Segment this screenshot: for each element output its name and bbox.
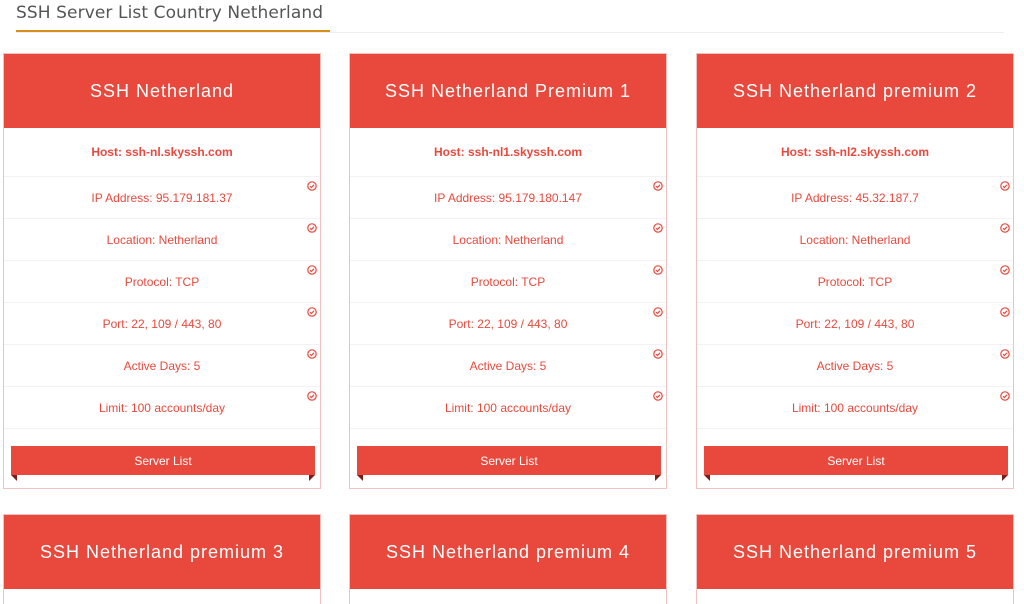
location-text: Location: Netherland	[106, 232, 218, 247]
active-days-row: Active Days: 5	[697, 345, 1013, 387]
host-row: Host: ssh-nl.skyssh.com	[4, 128, 320, 177]
limit-text: Limit: 100 accounts/day	[98, 400, 226, 415]
protocol-text: Protocol: TCP	[470, 274, 546, 289]
location-text: Location: Netherland	[799, 232, 911, 247]
active-days-text: Active Days: 5	[816, 358, 894, 373]
host-row: Host: ssh-nl1.skyssh.com	[350, 128, 666, 177]
server-list-button[interactable]: Server List	[11, 446, 315, 475]
port-row: Port: 22, 109 / 443, 80	[4, 303, 320, 345]
check-circle-icon	[307, 181, 317, 191]
ribbon-fold-right	[309, 475, 315, 481]
card-title: SSH Netherland Premium 1	[350, 54, 666, 128]
check-circle-icon	[653, 223, 663, 233]
ip-text: IP Address: 95.179.180.147	[434, 190, 582, 205]
card-title: SSH Netherland premium 4	[350, 515, 666, 589]
check-circle-icon	[1000, 307, 1010, 317]
port-text: Port: 22, 109 / 443, 80	[795, 316, 915, 331]
active-days-row: Active Days: 5	[350, 345, 666, 387]
limit-text: Limit: 100 accounts/day	[791, 400, 919, 415]
card-title: SSH Netherland premium 5	[697, 515, 1013, 589]
page-title: SSH Server List Country Netherland	[16, 3, 324, 23]
check-circle-icon	[1000, 223, 1010, 233]
card-title: SSH Netherland premium 2	[697, 54, 1013, 128]
page-header: SSH Server List Country Netherland	[16, 0, 1004, 33]
location-text: Location: Netherland	[452, 232, 564, 247]
protocol-row: Protocol: TCP	[350, 261, 666, 303]
check-circle-icon	[653, 307, 663, 317]
limit-row: Limit: 100 accounts/day	[4, 387, 320, 429]
protocol-row: Protocol: TCP	[4, 261, 320, 303]
server-card-ssh-netherland-premium-2: SSH Netherland premium 2 Host: ssh-nl2.s…	[696, 53, 1014, 489]
limit-row: Limit: 100 accounts/day	[697, 387, 1013, 429]
limit-text: Limit: 100 accounts/day	[444, 400, 572, 415]
host-text: Host: ssh-nl.skyssh.com	[91, 145, 233, 159]
check-circle-icon	[653, 391, 663, 401]
active-days-text: Active Days: 5	[469, 358, 547, 373]
port-text: Port: 22, 109 / 443, 80	[102, 316, 222, 331]
title-underline	[16, 30, 330, 32]
ip-row: IP Address: 95.179.180.147	[350, 177, 666, 219]
protocol-row: Protocol: TCP	[697, 261, 1013, 303]
host-row: Host: ssh-nl2.skyssh.com	[697, 128, 1013, 177]
protocol-text: Protocol: TCP	[817, 274, 893, 289]
server-list-ribbon: Server List	[11, 446, 315, 482]
check-circle-icon	[1000, 349, 1010, 359]
ribbon-fold-right	[1002, 475, 1008, 481]
port-text: Port: 22, 109 / 443, 80	[448, 316, 568, 331]
ip-row: IP Address: 95.179.181.37	[4, 177, 320, 219]
card-title: SSH Netherland	[4, 54, 320, 128]
location-row: Location: Netherland	[4, 219, 320, 261]
card-title: SSH Netherland premium 3	[4, 515, 320, 589]
host-text: Host: ssh-nl2.skyssh.com	[780, 145, 930, 159]
location-row: Location: Netherland	[350, 219, 666, 261]
check-circle-icon	[307, 391, 317, 401]
limit-row: Limit: 100 accounts/day	[350, 387, 666, 429]
server-list-ribbon: Server List	[704, 446, 1008, 482]
ribbon-fold-left	[11, 475, 17, 481]
check-circle-icon	[307, 223, 317, 233]
port-row: Port: 22, 109 / 443, 80	[697, 303, 1013, 345]
ribbon-fold-left	[704, 475, 710, 481]
server-card-ssh-netherland-premium-4: SSH Netherland premium 4	[349, 514, 667, 604]
server-list-ribbon: Server List	[357, 446, 661, 482]
protocol-text: Protocol: TCP	[124, 274, 200, 289]
check-circle-icon	[307, 307, 317, 317]
ip-text: IP Address: 45.32.187.7	[791, 190, 919, 205]
ribbon-fold-left	[357, 475, 363, 481]
server-card-ssh-netherland-premium-3: SSH Netherland premium 3	[3, 514, 321, 604]
check-circle-icon	[653, 349, 663, 359]
active-days-text: Active Days: 5	[123, 358, 201, 373]
server-list-button[interactable]: Server List	[357, 446, 661, 475]
check-circle-icon	[1000, 391, 1010, 401]
ip-row: IP Address: 45.32.187.7	[697, 177, 1013, 219]
check-circle-icon	[1000, 181, 1010, 191]
check-circle-icon	[307, 265, 317, 275]
port-row: Port: 22, 109 / 443, 80	[350, 303, 666, 345]
check-circle-icon	[653, 181, 663, 191]
server-card-ssh-netherland-premium-1: SSH Netherland Premium 1 Host: ssh-nl1.s…	[349, 53, 667, 489]
check-circle-icon	[1000, 265, 1010, 275]
server-card-ssh-netherland: SSH Netherland Host: ssh-nl.skyssh.com I…	[3, 53, 321, 489]
location-row: Location: Netherland	[697, 219, 1013, 261]
server-card-ssh-netherland-premium-5: SSH Netherland premium 5	[696, 514, 1014, 604]
ip-text: IP Address: 95.179.181.37	[91, 190, 233, 205]
host-text: Host: ssh-nl1.skyssh.com	[433, 145, 583, 159]
check-circle-icon	[653, 265, 663, 275]
active-days-row: Active Days: 5	[4, 345, 320, 387]
ribbon-fold-right	[655, 475, 661, 481]
check-circle-icon	[307, 349, 317, 359]
server-list-button[interactable]: Server List	[704, 446, 1008, 475]
